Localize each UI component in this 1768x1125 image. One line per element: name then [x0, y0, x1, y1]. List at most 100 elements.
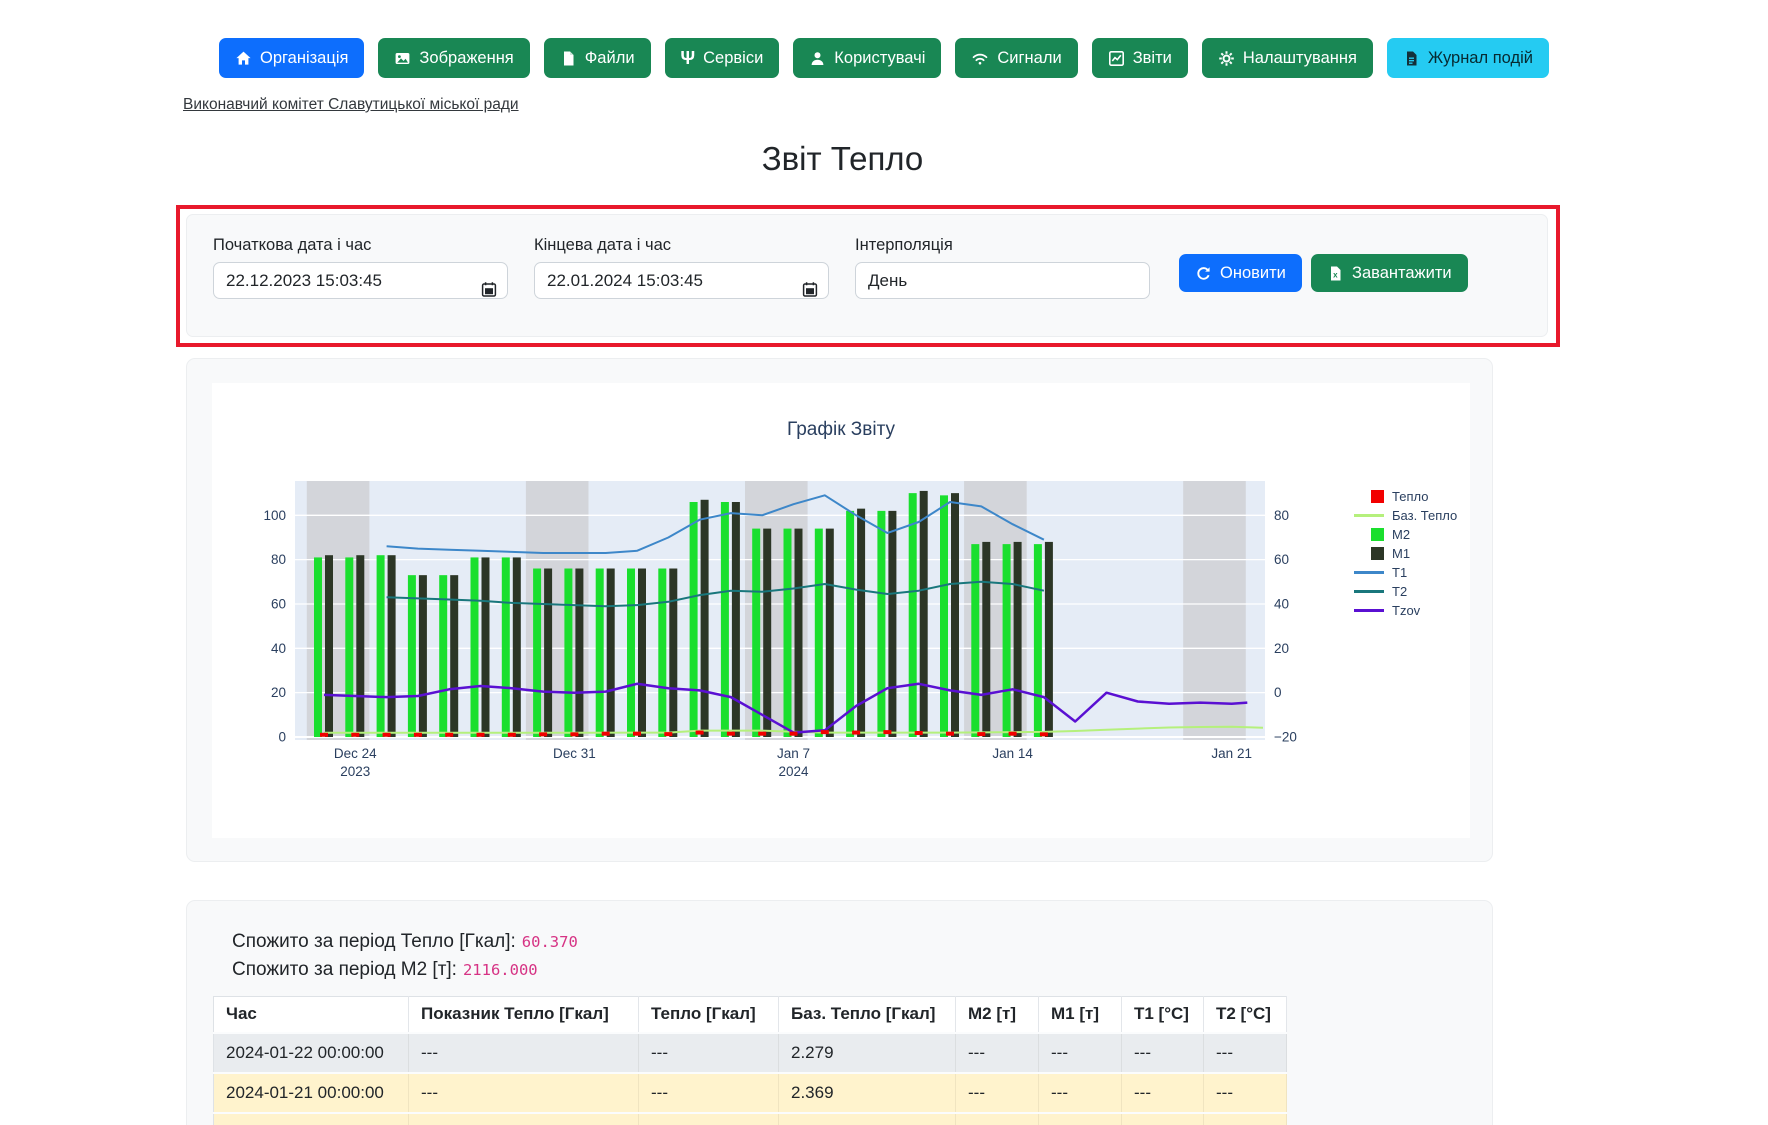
end-datetime-label: Кінцева дата і час [534, 236, 829, 255]
svg-text:Jan 7: Jan 7 [777, 746, 810, 761]
cell-t2: --- [1204, 1033, 1287, 1073]
svg-text:40: 40 [271, 641, 286, 656]
col-m1: M1 [т] [1039, 997, 1122, 1033]
svg-text:80: 80 [1274, 508, 1289, 523]
legend-label: Баз. Тепло [1392, 508, 1457, 523]
chart-area: 020406080100−20020406080Dec 242023Dec 31… [212, 383, 1470, 838]
chart-legend: Тепло Баз. Тепло M2 M1T1T2 Tzov [1352, 487, 1457, 620]
journal-icon [1403, 50, 1420, 67]
nav-label: Журнал подій [1428, 50, 1533, 67]
nav-label: Налаштування [1243, 50, 1357, 67]
nav-label: Зображення [419, 50, 513, 67]
table-row: 2024-01-21 00:00:00 --- --- 2.369 --- --… [214, 1073, 1287, 1113]
interpolation-label: Інтерполяція [855, 236, 1150, 255]
summary-heat-label: Спожито за період Тепло [Гкал]: [232, 931, 516, 952]
cell-heat: --- [639, 1033, 779, 1073]
legend-item-Tzov[interactable]: Tzov [1352, 601, 1457, 620]
start-datetime-field: Початкова дата і час [213, 236, 508, 299]
svg-text:2024: 2024 [778, 764, 809, 779]
svg-text:100: 100 [263, 508, 286, 523]
nav-label: Користувачі [834, 50, 925, 67]
svg-text:0: 0 [1274, 685, 1282, 700]
excel-file-icon: x [1327, 265, 1344, 282]
nav-button-files[interactable]: Файли [544, 38, 651, 78]
col-t2: T2 [°C] [1204, 997, 1287, 1033]
svg-text:0: 0 [278, 730, 286, 745]
user-icon [809, 50, 826, 67]
legend-item-Тепло[interactable]: Тепло [1352, 487, 1457, 506]
report-table: Час Показник Тепло [Гкал] Тепло [Гкал] Б… [213, 996, 1287, 1125]
calendar-icon[interactable] [481, 281, 497, 303]
legend-line-swatch [1352, 514, 1384, 517]
legend-item-T1[interactable]: T1 [1352, 563, 1457, 582]
summary-m2-value: 2116.000 [457, 961, 538, 979]
refresh-label: Оновити [1220, 265, 1286, 282]
svg-text:Jan 21: Jan 21 [1211, 746, 1252, 761]
col-t1: T1 [°C] [1122, 997, 1204, 1033]
svg-text:2023: 2023 [340, 764, 370, 779]
svg-text:−20: −20 [1274, 730, 1297, 745]
chart-title: Графік Звіту [212, 419, 1470, 441]
col-time: Час [214, 997, 409, 1033]
cell-t1: --- [1122, 1033, 1204, 1073]
cell-t1: --- [1122, 1073, 1204, 1113]
nav-button-settings[interactable]: Налаштування [1202, 38, 1373, 78]
legend-item-M1[interactable]: M1 [1352, 544, 1457, 563]
cell-m1: --- [1039, 1033, 1122, 1073]
legend-line-swatch [1352, 590, 1384, 593]
report-chart[interactable]: 020406080100−20020406080Dec 242023Dec 31… [212, 383, 1470, 838]
gear-icon [1218, 50, 1235, 67]
calendar-icon[interactable] [802, 281, 818, 303]
summary-m2-label: Спожито за період M2 [т]: [232, 959, 457, 980]
svg-text:Dec 24: Dec 24 [334, 746, 377, 761]
legend-square-swatch [1352, 547, 1384, 560]
cell-heat-meter: --- [409, 1033, 639, 1073]
image-icon [394, 50, 411, 67]
col-heat-meter: Показник Тепло [Гкал] [409, 997, 639, 1033]
cell-base-heat: 2.369 [779, 1073, 956, 1113]
svg-text:60: 60 [1274, 552, 1289, 567]
start-datetime-input[interactable] [213, 262, 508, 299]
svg-text:20: 20 [271, 685, 286, 700]
wifi-icon [971, 50, 989, 67]
legend-item-T2[interactable]: T2 [1352, 582, 1457, 601]
cell-time: 2024-01-21 00:00:00 [214, 1073, 409, 1113]
end-datetime-input[interactable] [534, 262, 829, 299]
svg-text:Dec 31: Dec 31 [553, 746, 596, 761]
svg-text:Jan 14: Jan 14 [992, 746, 1033, 761]
cell-heat-meter: --- [409, 1073, 639, 1113]
nav-button-images[interactable]: Зображення [378, 38, 529, 78]
cell-t2: --- [1204, 1073, 1287, 1113]
nav-button-reports[interactable]: Звіти [1092, 38, 1188, 78]
legend-line-swatch [1352, 609, 1384, 612]
refresh-button[interactable]: Оновити [1179, 254, 1302, 292]
nav-button-services[interactable]: Ψ Сервіси [665, 38, 780, 78]
legend-label: Тепло [1392, 489, 1428, 504]
svg-text:20: 20 [1274, 641, 1289, 656]
nav-button-event-log[interactable]: Журнал подій [1387, 38, 1549, 78]
col-heat: Тепло [Гкал] [639, 997, 779, 1033]
cell-m1: --- [1039, 1073, 1122, 1113]
col-m2: M2 [т] [956, 997, 1039, 1033]
chart-icon [1108, 50, 1125, 67]
legend-square-swatch [1352, 490, 1384, 503]
legend-label: Tzov [1392, 603, 1420, 618]
cell-heat: --- [639, 1073, 779, 1113]
nav-button-organization[interactable]: Організація [219, 38, 364, 78]
interpolation-select[interactable] [855, 262, 1150, 299]
main-nav: Організація Зображення Файли Ψ Сервіси К… [219, 38, 1549, 78]
page-title: Звіт Тепло [0, 140, 1685, 178]
nav-label: Організація [260, 50, 348, 67]
download-button[interactable]: x Завантажити [1311, 254, 1468, 292]
nav-button-signals[interactable]: Сигнали [955, 38, 1077, 78]
summary-line-m2: Спожито за період M2 [т]:2116.000 [232, 956, 578, 984]
legend-item-Баз. Тепло[interactable]: Баз. Тепло [1352, 506, 1457, 525]
legend-label: M2 [1392, 527, 1410, 542]
organization-link[interactable]: Виконавчий комітет Славутицької міської … [183, 96, 519, 114]
end-datetime-field: Кінцева дата і час [534, 236, 829, 299]
svg-text:40: 40 [1274, 596, 1289, 611]
home-icon [235, 50, 252, 67]
legend-item-M2[interactable]: M2 [1352, 525, 1457, 544]
nav-label: Сигнали [997, 50, 1061, 67]
nav-button-users[interactable]: Користувачі [793, 38, 941, 78]
